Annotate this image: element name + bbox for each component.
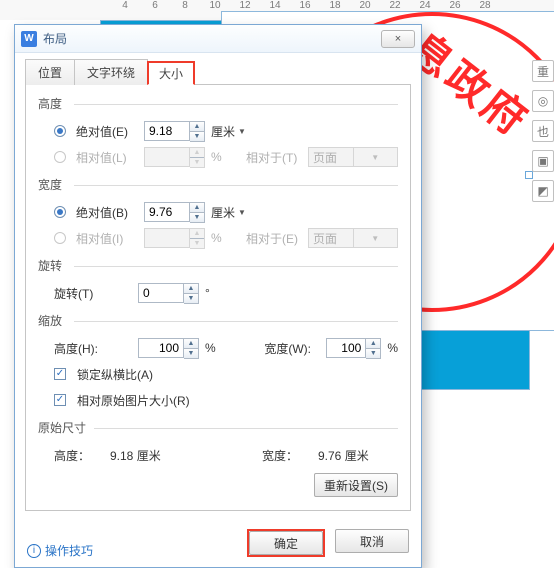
chevron-down-icon: ▼ xyxy=(353,229,398,247)
tab-text-wrap[interactable]: 文字环绕 xyxy=(74,59,148,85)
input-height-abs[interactable] xyxy=(144,121,190,141)
label-height-rel: 相对值(L) xyxy=(76,149,138,166)
label-scale-h: 高度(H): xyxy=(54,340,132,357)
checkbox-relative-original[interactable]: ✓ xyxy=(54,394,66,406)
titlebar[interactable]: W 布局 × xyxy=(15,25,421,53)
spinner-height-abs[interactable]: ▲▼ xyxy=(144,121,205,142)
label-width-rel: 相对值(I) xyxy=(76,230,138,247)
group-height: 高度 xyxy=(38,95,398,112)
side-tool-3[interactable]: 也 xyxy=(532,120,554,142)
label-orig-h: 高度： xyxy=(54,447,104,464)
group-rotate: 旋转 xyxy=(38,257,398,274)
side-tool-1[interactable]: 重 xyxy=(532,60,554,82)
label-scale-w: 宽度(W): xyxy=(264,340,320,357)
spinner-scale-w[interactable]: ▲▼ xyxy=(326,338,381,359)
unit-rotate: ° xyxy=(205,286,210,300)
unit-height-rel: % xyxy=(211,150,222,164)
spinner-scale-h[interactable]: ▲▼ xyxy=(138,338,199,359)
chevron-down-icon: ▼ xyxy=(353,148,398,166)
label-orig-w: 宽度： xyxy=(262,447,312,464)
input-height-rel xyxy=(144,147,190,167)
unit-width-rel: % xyxy=(211,231,222,245)
spinner-width-abs[interactable]: ▲▼ xyxy=(144,202,205,223)
label-width-rel-to: 相对于(E) xyxy=(246,230,302,247)
label-rotate: 旋转(T) xyxy=(54,285,132,302)
unit-width-abs[interactable]: 厘米▼ xyxy=(211,204,246,221)
side-tool-2[interactable]: ◎ xyxy=(532,90,554,112)
caret-down-icon: ▼ xyxy=(238,208,246,217)
unit-height-abs[interactable]: 厘米▼ xyxy=(211,123,246,140)
spin-up-icon[interactable]: ▲ xyxy=(190,122,204,132)
input-width-rel xyxy=(144,228,190,248)
group-width: 宽度 xyxy=(38,176,398,193)
tab-size[interactable]: 大小 xyxy=(147,61,195,85)
radio-width-rel[interactable] xyxy=(54,232,66,244)
tab-strip: 位置 文字环绕 大小 xyxy=(25,59,411,85)
value-orig-h: 9.18 厘米 xyxy=(110,447,200,464)
radio-height-abs[interactable] xyxy=(54,125,66,137)
group-scale: 缩放 xyxy=(38,312,398,329)
spinner-rotate[interactable]: ▲▼ xyxy=(138,283,199,304)
spinner-width-rel: ▲▼ xyxy=(144,228,205,249)
close-button[interactable]: × xyxy=(381,30,415,48)
input-rotate[interactable] xyxy=(138,283,184,303)
layout-dialog: W 布局 × 位置 文字环绕 大小 高度 绝对值(E) ▲▼ xyxy=(14,24,422,568)
input-width-abs[interactable] xyxy=(144,202,190,222)
label-height-rel-to: 相对于(T) xyxy=(246,149,302,166)
app-icon: W xyxy=(21,31,37,47)
side-tool-5[interactable]: ◩ xyxy=(532,180,554,202)
help-icon: i xyxy=(27,544,41,558)
value-orig-w: 9.76 厘米 xyxy=(318,447,398,464)
group-original: 原始尺寸 xyxy=(38,419,398,436)
unit-scale-h: % xyxy=(205,341,216,355)
caret-down-icon: ▼ xyxy=(238,127,246,136)
spinner-height-rel: ▲▼ xyxy=(144,147,205,168)
cancel-button[interactable]: 取消 xyxy=(335,529,409,553)
help-link[interactable]: i 操作技巧 xyxy=(27,542,93,559)
select-height-rel-to: 页面▼ xyxy=(308,147,398,167)
select-width-rel-to: 页面▼ xyxy=(308,228,398,248)
ok-button[interactable]: 确定 xyxy=(249,531,323,555)
unit-scale-w: % xyxy=(387,341,398,355)
input-scale-h[interactable] xyxy=(138,338,184,358)
radio-height-rel[interactable] xyxy=(54,151,66,163)
label-width-abs: 绝对值(B) xyxy=(76,204,138,221)
radio-width-abs[interactable] xyxy=(54,206,66,218)
dialog-title: 布局 xyxy=(43,30,381,47)
side-toolbar: 重 ◎ 也 ▣ ◩ xyxy=(532,60,554,202)
label-lock-aspect: 锁定纵横比(A) xyxy=(77,366,153,383)
reset-button[interactable]: 重新设置(S) xyxy=(314,473,398,497)
input-scale-w[interactable] xyxy=(326,338,366,358)
checkbox-lock-aspect[interactable]: ✓ xyxy=(54,368,66,380)
label-relative-original: 相对原始图片大小(R) xyxy=(77,392,190,409)
label-height-abs: 绝对值(E) xyxy=(76,123,138,140)
side-tool-4[interactable]: ▣ xyxy=(532,150,554,172)
spin-down-icon[interactable]: ▼ xyxy=(190,131,204,141)
tab-position[interactable]: 位置 xyxy=(25,59,75,85)
